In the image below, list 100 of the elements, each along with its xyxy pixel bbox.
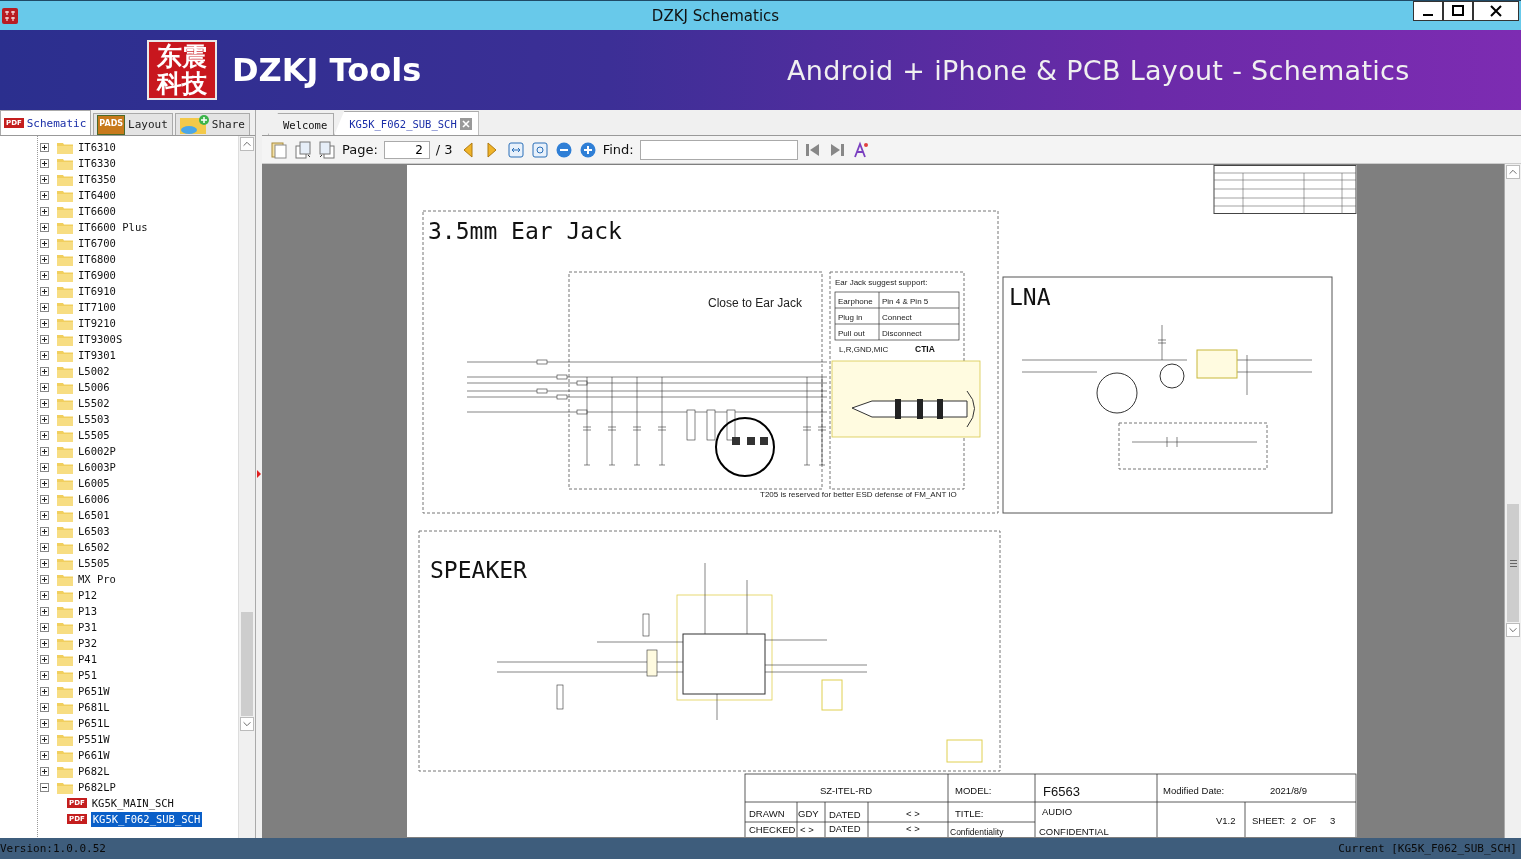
expand-icon[interactable] bbox=[40, 494, 49, 504]
expand-icon[interactable] bbox=[40, 334, 49, 344]
expand-icon[interactable] bbox=[40, 734, 49, 744]
tree-item[interactable]: P31 bbox=[77, 621, 98, 633]
expand-icon[interactable] bbox=[40, 270, 49, 280]
tree-item[interactable]: KG5K_MAIN_SCH bbox=[90, 797, 175, 809]
scroll-thumb[interactable] bbox=[1507, 504, 1519, 622]
tree-item[interactable]: P13 bbox=[77, 605, 98, 617]
tree-item[interactable]: P651W bbox=[77, 685, 111, 697]
tree-item[interactable]: P661W bbox=[77, 749, 111, 761]
tree-item[interactable]: IT6600 bbox=[77, 205, 117, 217]
expand-icon[interactable] bbox=[40, 350, 49, 360]
maximize-icon[interactable] bbox=[1443, 1, 1473, 21]
expand-icon[interactable] bbox=[40, 158, 49, 168]
tree-item[interactable]: IT7100 bbox=[77, 301, 117, 313]
expand-icon[interactable] bbox=[40, 254, 49, 264]
expand-icon[interactable] bbox=[40, 462, 49, 472]
splitter-arrow-icon[interactable] bbox=[257, 470, 261, 478]
close-icon[interactable] bbox=[1473, 1, 1519, 21]
expand-icon[interactable] bbox=[40, 222, 49, 232]
expand-icon[interactable] bbox=[40, 542, 49, 552]
fit-width-icon[interactable] bbox=[506, 140, 525, 159]
tree-item[interactable]: L5505 bbox=[77, 557, 111, 569]
scroll-up-icon[interactable] bbox=[240, 137, 254, 151]
tree-item[interactable]: IT6330 bbox=[77, 157, 117, 169]
rotate-page-icon[interactable] bbox=[318, 140, 336, 159]
expand-icon[interactable] bbox=[40, 622, 49, 632]
tree-item[interactable]: L5502 bbox=[77, 397, 111, 409]
expand-icon[interactable] bbox=[40, 190, 49, 200]
expand-icon[interactable] bbox=[40, 238, 49, 248]
page-field[interactable]: 2 bbox=[383, 140, 430, 159]
tree-item[interactable]: IT9210 bbox=[77, 317, 117, 329]
expand-icon[interactable] bbox=[40, 142, 49, 152]
expand-icon[interactable] bbox=[40, 702, 49, 712]
tree-item[interactable]: IT6800 bbox=[77, 253, 117, 265]
tree-item[interactable]: IT9301 bbox=[77, 349, 117, 361]
expand-icon[interactable] bbox=[40, 446, 49, 456]
tree-item[interactable]: L6006 bbox=[77, 493, 111, 505]
expand-icon[interactable] bbox=[40, 478, 49, 488]
tree-item[interactable]: P12 bbox=[77, 589, 98, 601]
tree-item[interactable]: P682L bbox=[77, 765, 111, 777]
expand-icon[interactable] bbox=[40, 206, 49, 216]
document-tab[interactable]: KG5K_F062_SUB_SCH bbox=[334, 111, 479, 135]
zoom-in-icon[interactable] bbox=[578, 140, 597, 159]
tree-item[interactable]: P41 bbox=[77, 653, 98, 665]
scroll-down-icon[interactable] bbox=[240, 717, 254, 731]
expand-icon[interactable] bbox=[40, 430, 49, 440]
rotate-page-icon[interactable] bbox=[294, 140, 312, 159]
tree-item[interactable]: P682LP bbox=[77, 781, 117, 793]
tree-item[interactable]: IT6350 bbox=[77, 173, 117, 185]
expand-icon[interactable] bbox=[40, 638, 49, 648]
expand-icon[interactable] bbox=[40, 174, 49, 184]
tree-item[interactable]: IT6900 bbox=[77, 269, 117, 281]
scroll-down-icon[interactable] bbox=[1506, 623, 1520, 637]
zoom-out-icon[interactable] bbox=[554, 140, 573, 159]
tree-item[interactable]: L6503 bbox=[77, 525, 111, 537]
expand-icon[interactable] bbox=[40, 558, 49, 568]
expand-icon[interactable] bbox=[40, 398, 49, 408]
tree-item[interactable]: P551W bbox=[77, 733, 111, 745]
tree-item[interactable]: L5002 bbox=[77, 365, 111, 377]
tree-item[interactable]: IT6700 bbox=[77, 237, 117, 249]
expand-icon[interactable] bbox=[40, 574, 49, 584]
tree-item[interactable]: IT6910 bbox=[77, 285, 117, 297]
expand-icon[interactable] bbox=[40, 766, 49, 776]
fit-page-icon[interactable] bbox=[530, 140, 549, 159]
tree-item[interactable]: P32 bbox=[77, 637, 98, 649]
tree-item[interactable]: L6501 bbox=[77, 509, 111, 521]
tree-item[interactable]: IT9300S bbox=[77, 333, 124, 345]
tree-item[interactable]: MX Pro bbox=[77, 573, 117, 585]
expand-icon[interactable] bbox=[40, 606, 49, 616]
expand-icon[interactable] bbox=[40, 686, 49, 696]
tree-item[interactable]: P51 bbox=[77, 669, 98, 681]
tree-item[interactable]: L6002P bbox=[77, 445, 117, 457]
scroll-up-icon[interactable] bbox=[1506, 165, 1520, 179]
minimize-icon[interactable] bbox=[1413, 1, 1443, 21]
tree-item[interactable]: L6003P bbox=[77, 461, 117, 473]
expand-icon[interactable] bbox=[40, 382, 49, 392]
tree-item[interactable]: IT6400 bbox=[77, 189, 117, 201]
app-tab[interactable]: PADS Layout bbox=[93, 113, 173, 135]
expand-icon[interactable] bbox=[40, 414, 49, 424]
tree-item[interactable]: L6005 bbox=[77, 477, 111, 489]
collapse-icon[interactable] bbox=[40, 782, 49, 792]
find-field[interactable] bbox=[639, 139, 798, 160]
expand-icon[interactable] bbox=[40, 526, 49, 536]
tree-item[interactable]: KG5K_F062_SUB_SCH bbox=[90, 811, 203, 827]
document-tab[interactable]: Welcome bbox=[268, 113, 335, 135]
tree-item[interactable]: L5503 bbox=[77, 413, 111, 425]
expand-icon[interactable] bbox=[40, 718, 49, 728]
expand-icon[interactable] bbox=[40, 750, 49, 760]
expand-icon[interactable] bbox=[40, 654, 49, 664]
expand-icon[interactable] bbox=[40, 670, 49, 680]
expand-icon[interactable] bbox=[40, 302, 49, 312]
app-tab[interactable]: Share bbox=[174, 113, 250, 135]
scroll-thumb[interactable] bbox=[241, 612, 253, 716]
tree-item[interactable]: L6502 bbox=[77, 541, 111, 553]
expand-icon[interactable] bbox=[40, 286, 49, 296]
expand-icon[interactable] bbox=[40, 590, 49, 600]
expand-icon[interactable] bbox=[40, 366, 49, 376]
expand-icon[interactable] bbox=[40, 318, 49, 328]
tree-item[interactable]: L5505 bbox=[77, 429, 111, 441]
